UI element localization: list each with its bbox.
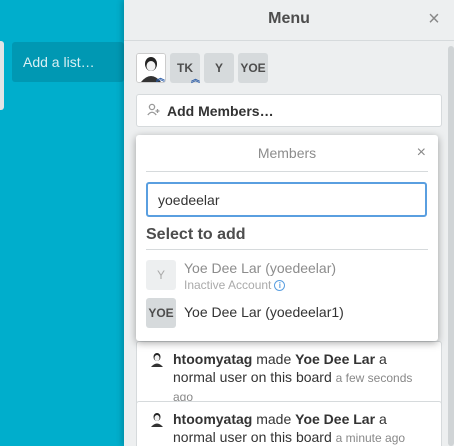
activity-action: made (256, 411, 292, 427)
member-search-input[interactable] (146, 182, 427, 217)
avatar-initials: Y (214, 61, 223, 75)
member-avatar-htoomyatag[interactable]: ︽ (136, 53, 166, 83)
member-result-text: Yoe Dee Lar (yoedeelar1) (184, 304, 344, 321)
member-avatar-tk[interactable]: TK ︽ (170, 53, 200, 84)
user-photo-icon (149, 351, 165, 367)
admin-chevron-icon: ︽ (155, 73, 165, 83)
info-icon[interactable]: i (274, 280, 286, 291)
add-members-label: Add Members… (167, 102, 274, 119)
select-to-add-heading: Select to add (146, 226, 246, 243)
member-result-name: Yoe Dee Lar (yoedeelar) (184, 260, 337, 276)
board-canvas: Add a list… (0, 0, 124, 446)
avatar: YOE (146, 298, 176, 328)
activity-target-link[interactable]: Yoe Dee Lar (295, 351, 375, 367)
close-icon[interactable]: × (417, 145, 426, 161)
member-result-item[interactable]: YOE Yoe Dee Lar (yoedeelar1) (146, 298, 428, 332)
member-result-name: Yoe Dee Lar (yoedeelar1) (184, 304, 344, 320)
admin-chevron-icon: ︽ (190, 74, 200, 84)
menu-header: Menu × (124, 0, 454, 41)
member-avatar-y[interactable]: Y (204, 53, 234, 83)
member-result-item[interactable]: Y Yoe Dee Lar (yoedeelar) Inactive Accou… (146, 260, 428, 294)
activity-user-link[interactable]: htoomyatag (173, 351, 252, 367)
avatar-initials: YOE (240, 61, 266, 75)
list-stub (0, 41, 4, 110)
member-result-text: Yoe Dee Lar (yoedeelar) Inactive Account… (184, 260, 336, 294)
close-icon[interactable]: × (424, 9, 444, 29)
members-popover: Members × Select to add Y Yoe Dee Lar (y… (136, 135, 438, 341)
menu-title: Menu (268, 10, 310, 27)
activity-time[interactable]: a minute ago (336, 431, 405, 445)
avatar-initials: TK (177, 61, 193, 75)
inactive-account-label: Inactive Account i (184, 277, 336, 294)
divider (146, 249, 428, 250)
activity-user-link[interactable]: htoomyatag (173, 411, 252, 427)
inactive-account-text: Inactive Account (184, 278, 272, 292)
add-list-button[interactable]: Add a list… (12, 42, 124, 82)
add-member-icon (147, 103, 160, 119)
scrollbar[interactable] (448, 46, 454, 446)
activity-target-link[interactable]: Yoe Dee Lar (295, 411, 375, 427)
board-members-list: ︽ TK ︽ Y YOE (136, 53, 268, 85)
user-photo-icon (149, 411, 165, 427)
avatar: Y (146, 260, 176, 290)
member-avatar-yoe[interactable]: YOE (238, 53, 268, 83)
add-members-button[interactable]: Add Members… (136, 94, 442, 127)
activity-item: htoomyatag made Yoe Dee Lar a normal use… (136, 401, 442, 446)
divider (146, 171, 428, 172)
activity-action: made (256, 351, 292, 367)
popover-title: Members (257, 145, 317, 161)
